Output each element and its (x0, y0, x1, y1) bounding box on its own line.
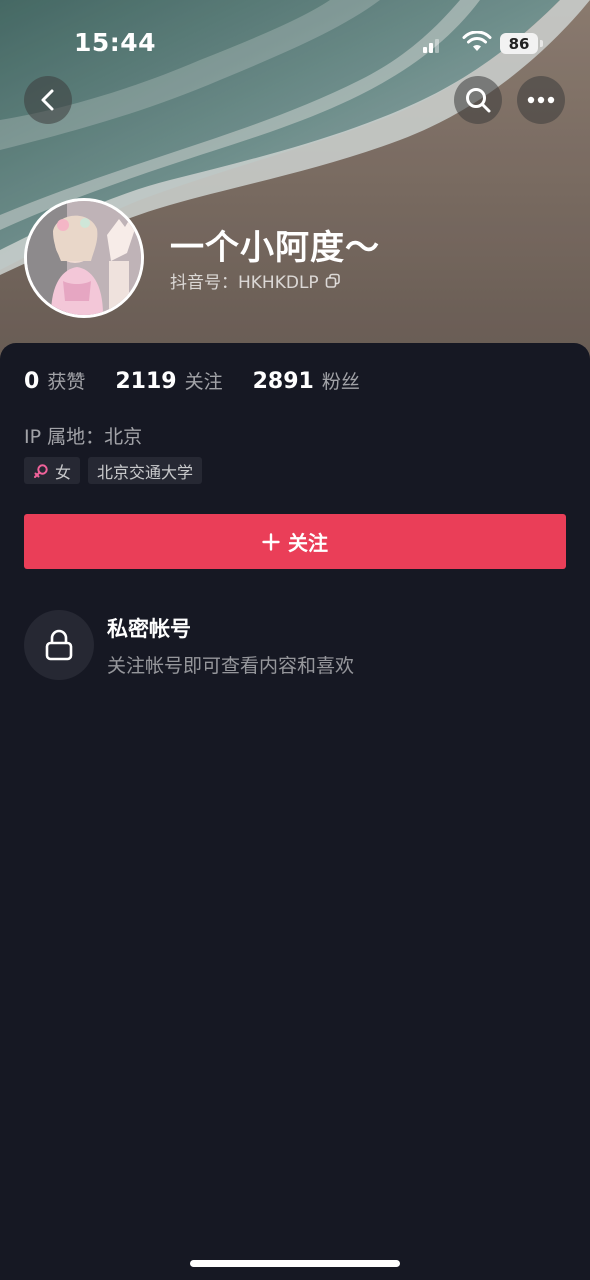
stat-label: 粉丝 (321, 371, 360, 393)
back-button[interactable] (24, 76, 72, 124)
stat-likes[interactable]: 0 获赞 (24, 367, 85, 394)
stat-number: 0 (24, 369, 40, 394)
lock-badge (24, 610, 94, 680)
avatar[interactable] (24, 198, 144, 318)
status-time: 15:44 (74, 28, 157, 57)
follow-button-label: 关注 (288, 531, 328, 555)
private-account-notice: 私密帐号 关注帐号即可查看内容和喜欢 (24, 610, 354, 680)
back-arrow-icon (41, 89, 54, 111)
gender-tag: 女 (24, 457, 81, 484)
stats-row: 0 获赞 2119 关注 2891 粉丝 (24, 367, 390, 394)
gender-label: 女 (55, 462, 72, 482)
wifi-icon (462, 31, 492, 51)
tag-list: 女 北京交通大学 (24, 457, 203, 484)
avatar-photo (27, 201, 141, 315)
private-description: 关注帐号即可查看内容和喜欢 (107, 654, 355, 677)
female-icon (34, 463, 48, 478)
copy-icon[interactable] (325, 273, 341, 289)
private-text: 私密帐号 关注帐号即可查看内容和喜欢 (107, 613, 354, 678)
status-bar: 15:44 86 (0, 0, 590, 90)
school-label: 北京交通大学 (97, 462, 194, 482)
signal-icon (423, 39, 439, 53)
lock-icon (45, 629, 73, 661)
battery-tip (540, 40, 543, 47)
home-indicator[interactable] (190, 1260, 400, 1267)
plus-icon (262, 532, 280, 551)
school-tag[interactable]: 北京交通大学 (88, 457, 203, 484)
more-icon (527, 96, 555, 104)
battery-icon: 86 (500, 33, 538, 54)
stat-label: 获赞 (47, 371, 86, 393)
profile-panel: 0 获赞 2119 关注 2891 粉丝 IP 属地：北京 女 北京交通大学 关… (0, 343, 590, 1280)
ip-location: IP 属地：北京 (24, 426, 143, 448)
douyin-id[interactable]: 抖音号：HKHKDLP (170, 268, 341, 293)
stat-number: 2891 (252, 369, 314, 394)
douyin-id-text: 抖音号：HKHKDLP (170, 273, 319, 293)
nickname: 一个小阿度～ (170, 228, 380, 268)
search-icon (466, 88, 491, 113)
stat-number: 2119 (115, 369, 177, 394)
stat-following[interactable]: 2119 关注 (115, 367, 222, 394)
stat-label: 关注 (184, 371, 223, 393)
private-title: 私密帐号 (107, 616, 191, 641)
search-button[interactable] (454, 76, 502, 124)
follow-button[interactable]: 关注 (24, 514, 566, 569)
more-button[interactable] (517, 76, 565, 124)
stat-followers[interactable]: 2891 粉丝 (253, 367, 360, 394)
